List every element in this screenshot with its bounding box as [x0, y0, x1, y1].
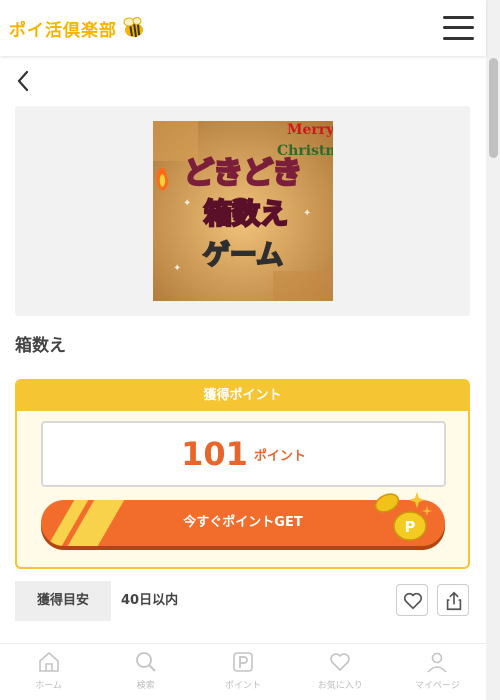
heart-icon [403, 592, 423, 610]
tab-search[interactable]: 検索 [97, 644, 194, 700]
estimate-label: 獲得目安 [15, 581, 111, 621]
tab-points-label: ポイント [225, 681, 262, 691]
bee-icon [123, 17, 143, 38]
tab-home[interactable]: ホーム [0, 644, 97, 700]
tab-home-label: ホーム [35, 681, 62, 691]
user-icon [427, 652, 448, 673]
site-logo[interactable]: ポイ活倶楽部 [9, 15, 146, 41]
share-button[interactable] [437, 584, 469, 616]
home-icon [38, 651, 59, 672]
search-icon [135, 652, 156, 672]
svg-text:Merry: Merry [287, 122, 333, 138]
banner-text-3: ゲーム [203, 240, 283, 271]
tab-mypage[interactable]: マイページ [389, 644, 486, 700]
estimate-value: 40日以内 [121, 593, 179, 608]
svg-text:✦: ✦ [303, 208, 311, 219]
offer-title: 箱数え [15, 336, 66, 356]
points-value: 101 [181, 435, 248, 473]
logo-text: ポイ活倶楽部 [9, 20, 117, 41]
share-icon [446, 591, 462, 611]
svg-text:✦: ✦ [183, 198, 191, 209]
tab-points[interactable]: ポイント [194, 644, 291, 700]
tab-favorites[interactable]: お気に入り [292, 644, 389, 700]
favorite-button[interactable] [396, 584, 428, 616]
scrollbar[interactable] [486, 0, 500, 700]
bottom-tab-bar: ホーム 検索 ポイント お気に入り マイページ [0, 643, 486, 700]
hamburger-menu-icon[interactable] [443, 14, 475, 42]
coin-icon: P [374, 492, 432, 541]
point-icon [233, 652, 253, 672]
points-panel-header: 獲得ポイント [17, 381, 468, 411]
svg-text:P: P [405, 518, 416, 536]
tab-favorites-label: お気に入り [317, 681, 363, 691]
tab-mypage-label: マイページ [415, 681, 460, 691]
banner-text-2: 箱数え [204, 197, 288, 230]
tab-search-label: 検索 [136, 681, 155, 691]
banner-container: Merry Christmas どきどき 箱数え ゲーム ✦ ✦ ✦ [15, 106, 470, 316]
points-unit: ポイント [253, 448, 306, 464]
scrollbar-thumb[interactable] [489, 58, 498, 158]
heart-icon [330, 653, 350, 671]
points-display: 101 ポイント [41, 421, 446, 487]
app-header: ポイ活倶楽部 [0, 0, 486, 56]
game-banner-image[interactable]: Merry Christmas どきどき 箱数え ゲーム ✦ ✦ ✦ [153, 121, 333, 301]
banner-text-1: どきどき [184, 156, 302, 191]
info-row: 獲得目安 40日以内 [15, 581, 470, 621]
svg-text:✦: ✦ [173, 263, 181, 274]
chevron-left-icon[interactable] [14, 68, 34, 94]
